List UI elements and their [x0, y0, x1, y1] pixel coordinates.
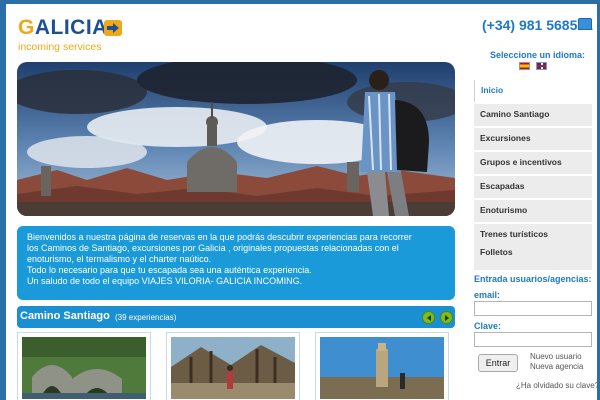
welcome-line: enoturismo, el termalismo y el charter n… [27, 254, 212, 264]
flag-uk-icon[interactable] [536, 62, 547, 70]
menu-item-excursiones[interactable]: Excursiones [474, 128, 592, 150]
welcome-line: Todo lo necesario para que tu escapada s… [27, 265, 312, 275]
forgot-password-link[interactable]: ¿Ha olvidado su clave? [516, 381, 597, 390]
menu-item-inicio[interactable]: Inicio [474, 80, 592, 102]
folletos-link[interactable]: Folletos [474, 242, 592, 264]
menu-item-grupos-incentivos[interactable]: Grupos e incentivos [474, 152, 592, 174]
language-title: Seleccione un idioma: [490, 50, 586, 60]
flag-spain-icon[interactable] [519, 62, 530, 70]
phone-number: (+34) 981 568521 [482, 17, 593, 33]
password-label: Clave: [474, 321, 502, 331]
logo-wordmark: GALICIA [18, 16, 108, 39]
email-label: email: [474, 290, 501, 300]
welcome-line: Un saludo de todo el equipo VIAJES VILOR… [27, 276, 303, 286]
login-title: Entrada usuarios/agencias: [474, 274, 592, 284]
logo-tagline: incoming services [18, 41, 102, 53]
page-frame: GALICIA incoming services (+34) 981 5685… [6, 4, 597, 400]
email-field[interactable] [474, 301, 592, 316]
logo[interactable]: GALICIA incoming services [18, 14, 128, 56]
section-title: Camino Santiago [20, 310, 110, 322]
hero-image [17, 62, 455, 216]
new-user-link[interactable]: Nuevo usuario [530, 352, 582, 361]
login-button[interactable]: Entrar [478, 354, 518, 372]
chevron-left-icon [427, 315, 431, 321]
menu-item-escapadas[interactable]: Escapadas [474, 176, 592, 198]
welcome-line: los Caminos de Santiago, excursiones por… [27, 243, 399, 253]
new-agency-link[interactable]: Nueva agencia [530, 362, 583, 371]
menu-item-enoturismo[interactable]: Enoturismo [474, 200, 592, 222]
experience-thumbnail[interactable] [315, 332, 449, 400]
experience-thumbnail[interactable] [166, 332, 300, 400]
welcome-box: Bienvenidos a nuestra página de reservas… [17, 226, 455, 300]
carousel-prev-button[interactable] [422, 311, 435, 324]
carousel-next-button[interactable] [440, 311, 453, 324]
chevron-right-icon [445, 315, 449, 321]
section-header: Camino Santiago (39 experiencias) [17, 306, 455, 328]
envelope-icon[interactable] [578, 18, 592, 30]
password-field[interactable] [474, 332, 592, 347]
experience-thumbnail[interactable] [17, 332, 151, 400]
welcome-line: Bienvenidos a nuestra página de reservas… [27, 232, 412, 242]
menu-item-camino-santiago[interactable]: Camino Santiago [474, 104, 592, 126]
experience-count: (39 experiencias) [115, 313, 177, 322]
arrow-right-icon [104, 20, 122, 36]
